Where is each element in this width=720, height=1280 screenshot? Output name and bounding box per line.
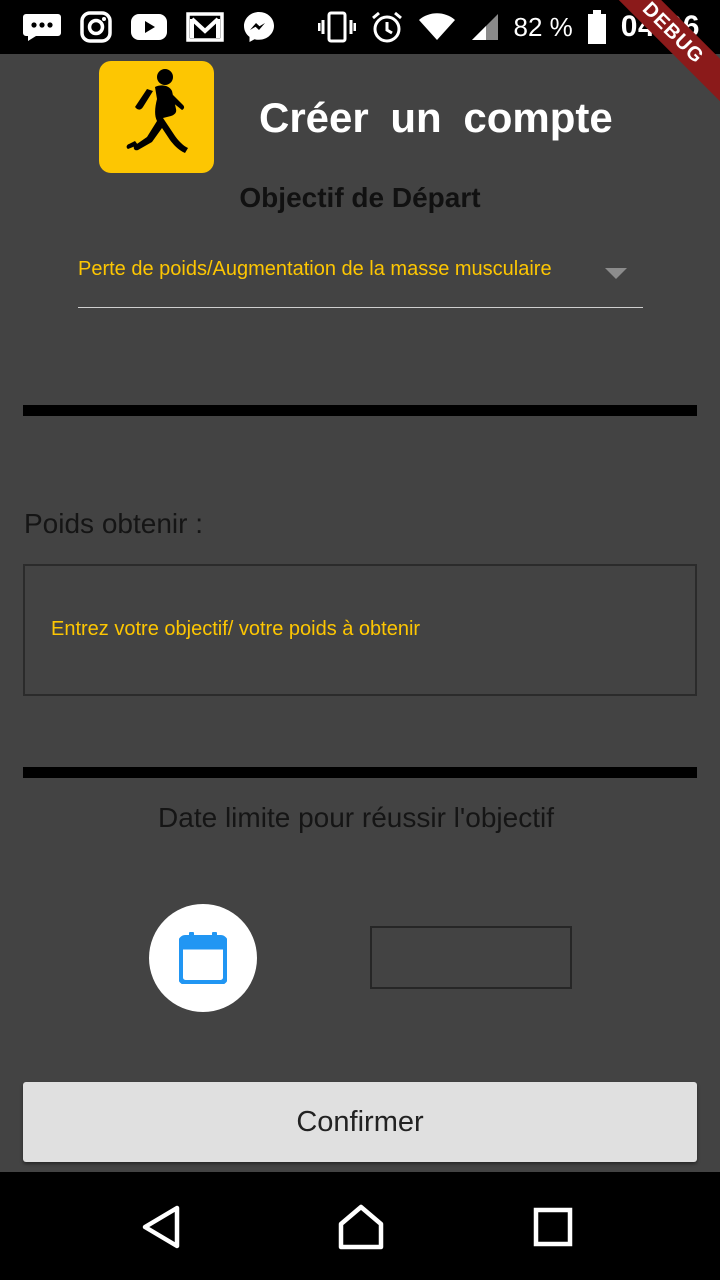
recents-button[interactable] — [528, 1202, 578, 1252]
alarm-icon — [370, 10, 404, 44]
recents-icon — [533, 1207, 573, 1247]
back-button[interactable] — [136, 1202, 186, 1252]
back-icon — [142, 1205, 180, 1249]
dropdown-arrow-icon — [605, 268, 627, 279]
navigation-bar — [0, 1172, 720, 1280]
deadline-label: Date limite pour réussir l'objectif — [158, 802, 554, 833]
home-button[interactable] — [336, 1202, 386, 1252]
objective-dropdown[interactable]: Perte de poids/Augmentation de la masse … — [78, 250, 643, 308]
weight-input-placeholder: Entrez votre objectif/ votre poids à obt… — [51, 618, 421, 640]
chat-bubble-icon — [22, 12, 62, 42]
calendar-icon — [179, 932, 227, 984]
weight-input[interactable]: Entrez votre objectif/ votre poids à obt… — [23, 564, 697, 696]
objective-dropdown-value: Perte de poids/Augmentation de la masse … — [78, 258, 552, 280]
home-icon — [338, 1204, 384, 1250]
youtube-icon — [130, 13, 168, 41]
deadline-date-field[interactable] — [370, 926, 572, 989]
instagram-icon — [80, 11, 112, 43]
app-logo — [99, 61, 214, 173]
battery-icon — [587, 10, 607, 44]
runner-icon — [126, 69, 188, 153]
wifi-icon — [418, 12, 456, 42]
signal-icon — [470, 12, 500, 42]
status-bar: 82 % 04:06 — [0, 0, 720, 54]
calendar-button[interactable] — [149, 904, 257, 1012]
section-divider-top — [23, 405, 697, 416]
gmail-icon — [186, 11, 224, 43]
section-divider-bottom — [23, 767, 697, 778]
page-title: Créer un compte — [259, 94, 613, 141]
confirm-button[interactable]: Confirmer — [23, 1082, 697, 1162]
objective-section-title: Objectif de Départ — [239, 182, 481, 213]
battery-percent: 82 % — [513, 11, 573, 42]
weight-label: Poids obtenir : — [24, 508, 203, 539]
vibrate-icon — [317, 11, 356, 43]
create-account-screen: Créer un compte Objectif de Départ Perte… — [0, 54, 720, 1172]
messenger-icon — [242, 10, 276, 44]
notification-icons — [22, 10, 276, 44]
